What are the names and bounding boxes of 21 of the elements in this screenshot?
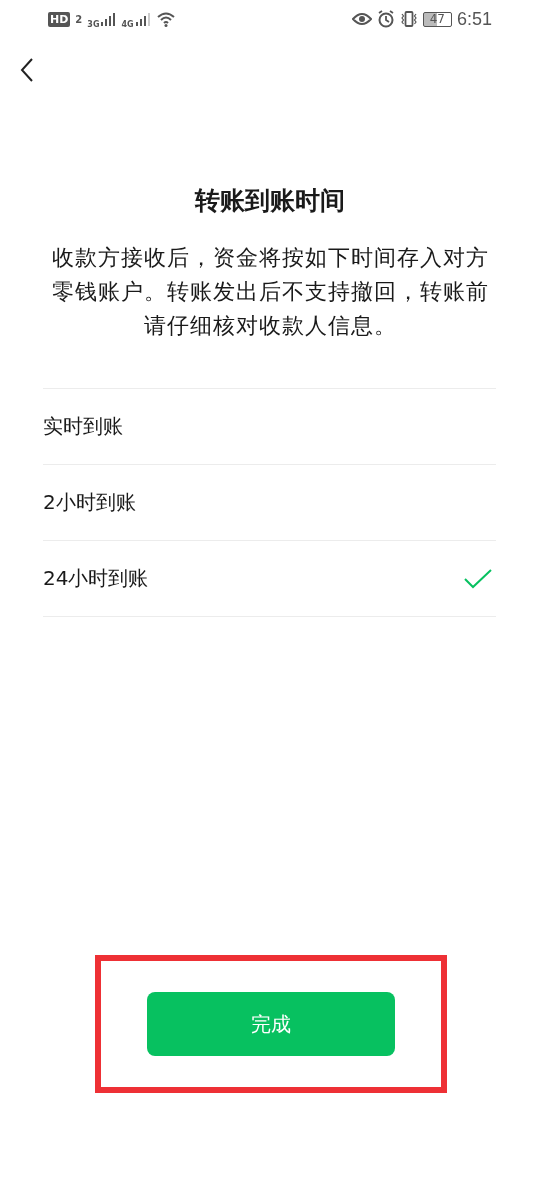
description-text: 收款方接收后，资金将按如下时间存入对方零钱账户。转账发出后不支持撤回，转账前请仔细核对收款人信息。 (50, 244, 490, 340)
eye-icon (351, 12, 372, 26)
option-label: 2小时到账 (43, 489, 136, 516)
hd-badge: HD (48, 11, 71, 27)
option-label: 实时到账 (43, 413, 123, 440)
network-label: 4G (121, 19, 134, 29)
option-row[interactable]: 实时到账 (43, 389, 496, 465)
battery-indicator: 47 (422, 11, 452, 27)
sim-number: 2 (75, 13, 83, 25)
signal-icon (100, 11, 117, 27)
option-label: 24小时到账 (43, 565, 149, 592)
vibrate-icon (399, 10, 418, 28)
option-row[interactable]: 2小时到账 (43, 465, 496, 541)
network-label: 3G (87, 19, 100, 29)
option-row[interactable]: 24小时到账 (43, 541, 496, 617)
clock-time: 6:51 (456, 8, 492, 30)
signal-icon (134, 11, 151, 27)
page-title: 转账到账时间 (193, 185, 346, 217)
back-icon[interactable] (20, 58, 34, 82)
alarm-icon (376, 10, 395, 28)
wifi-icon (155, 11, 176, 27)
